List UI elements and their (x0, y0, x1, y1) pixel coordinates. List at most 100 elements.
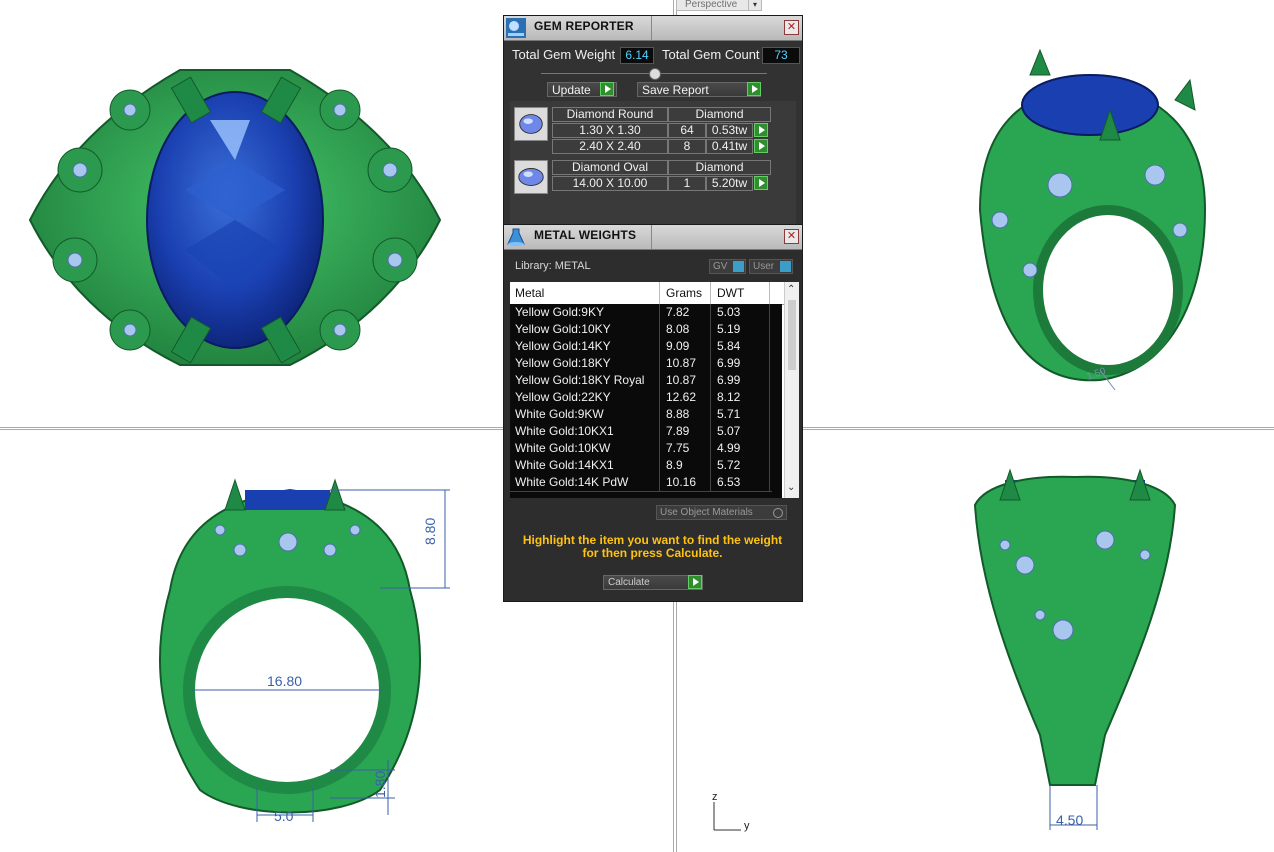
column-divider (659, 355, 660, 372)
toggle-icon (733, 261, 744, 272)
grams-cell: 8.9 (666, 458, 683, 472)
metal-name-cell: Yellow Gold:18KY Royal (515, 373, 645, 387)
dwt-cell: 5.72 (717, 458, 741, 472)
perspective-viewport-tab[interactable]: Perspective ▾ (676, 0, 762, 11)
chevron-down-icon[interactable]: ▾ (748, 0, 761, 10)
gem-weight-cell: 5.20tw (706, 176, 753, 191)
ring-perspective-view[interactable]: 1.50 (960, 40, 1220, 400)
gem-weight-cell: 0.53tw (706, 123, 753, 138)
update-go-button[interactable] (600, 82, 614, 96)
gem-size-cell: 2.40 X 2.40 (552, 139, 668, 154)
gem-row-go-button[interactable] (754, 139, 768, 153)
dwt-cell: 5.84 (717, 339, 741, 353)
column-divider (659, 457, 660, 474)
metal-table-row[interactable]: Yellow Gold:22KY 12.62 8.12 (510, 389, 772, 407)
close-icon[interactable]: ✕ (784, 229, 799, 244)
gem-material-label: Diamond (695, 107, 744, 121)
metal-table-row[interactable]: White Gold:14KX1 8.9 5.72 (510, 457, 772, 475)
metal-table-row[interactable]: Yellow Gold:18KY Royal 10.87 6.99 (510, 372, 772, 390)
column-divider (710, 440, 711, 457)
column-divider (659, 423, 660, 440)
gem-oval-thumbnail-icon (514, 160, 548, 194)
metal-table-row[interactable]: Yellow Gold:10KY 8.08 5.19 (510, 321, 772, 339)
metal-name-cell: Yellow Gold:18KY (515, 356, 611, 370)
ring-side-view[interactable]: 4.50 (965, 465, 1185, 840)
axis-y-label: y (744, 820, 750, 832)
total-gem-weight-label: Total Gem Weight (512, 47, 616, 62)
gem-reporter-panel: GEM REPORTER ✕ Total Gem Weight 6.14 Tot… (503, 15, 803, 227)
calculate-go-button[interactable] (688, 575, 702, 589)
column-grams[interactable]: Grams (666, 286, 702, 300)
metal-table-row[interactable]: Yellow Gold:9KY 7.82 5.03 (510, 304, 772, 322)
dwt-cell: 6.99 (717, 373, 741, 387)
metal-table-row[interactable]: White Gold:14K PdW 10.16 6.53 (510, 474, 772, 492)
gv-toggle[interactable]: GV (709, 259, 746, 274)
table-scrollbar[interactable]: ⌃ ⌄ (784, 282, 799, 498)
metal-table-row[interactable]: Yellow Gold:18KY 10.87 6.99 (510, 355, 772, 373)
grams-cell: 10.87 (666, 373, 697, 387)
scroll-thumb[interactable] (788, 300, 796, 370)
gem-group-diamond-oval[interactable]: Diamond Oval Diamond 14.00 X 10.00 1 5.2… (514, 160, 801, 194)
gem-group-diamond-round[interactable]: Diamond Round Diamond 1.30 X 1.30 64 0.5… (514, 107, 801, 155)
scroll-down-icon[interactable]: ⌄ (787, 482, 795, 493)
metal-flask-icon (507, 228, 525, 246)
metal-table-row[interactable]: Yellow Gold:14KY 9.09 5.84 (510, 338, 772, 356)
metal-weights-panel: METAL WEIGHTS ✕ Library: METAL GV User M… (503, 224, 803, 602)
column-divider (710, 457, 711, 474)
gem-row-go-button[interactable] (754, 123, 768, 137)
column-divider (710, 406, 711, 423)
metal-name-cell: Yellow Gold:9KY (515, 305, 604, 319)
gem-reporter-icon (506, 18, 526, 38)
metal-table-header: Metal Grams DWT (510, 282, 799, 305)
gem-row-go-button[interactable] (754, 176, 768, 190)
gem-count-cell: 1 (668, 176, 706, 191)
metal-name-cell: White Gold:14K PdW (515, 475, 629, 489)
metal-weights-titlebar[interactable]: METAL WEIGHTS ✕ (504, 225, 802, 250)
column-divider (769, 389, 770, 406)
column-metal[interactable]: Metal (515, 286, 544, 300)
grams-cell: 7.82 (666, 305, 690, 319)
column-divider (659, 406, 660, 423)
save-report-button[interactable]: Save Report (637, 82, 761, 97)
column-divider (659, 440, 660, 457)
column-divider (769, 282, 770, 304)
scroll-up-icon[interactable]: ⌃ (787, 284, 795, 295)
titlebar-separator (651, 16, 652, 40)
metal-table-row[interactable]: White Gold:10KW 7.75 4.99 (510, 440, 772, 458)
gem-count-cell: 8 (668, 139, 706, 154)
dwt-cell: 5.71 (717, 407, 741, 421)
metal-table-row[interactable]: White Gold:10KX1 7.89 5.07 (510, 423, 772, 441)
metal-name-cell: White Gold:9KW (515, 407, 604, 421)
dwt-cell: 5.19 (717, 322, 741, 336)
gem-size-cell: 1.30 X 1.30 (552, 123, 668, 138)
user-label: User (753, 261, 775, 272)
hint-line-2: for then press Calculate. (582, 546, 723, 560)
close-icon[interactable]: ✕ (784, 20, 799, 35)
grams-cell: 10.16 (666, 475, 697, 489)
metal-name-cell: White Gold:10KX1 (515, 424, 614, 438)
metal-name-cell: Yellow Gold:10KY (515, 322, 611, 336)
total-gem-weight-value: 6.14 (620, 47, 654, 64)
total-gem-count-label: Total Gem Count (662, 47, 760, 62)
metal-table-body: Yellow Gold:9KY 7.82 5.03 Yellow Gold:10KY 8… (510, 304, 782, 498)
column-dwt[interactable]: DWT (717, 286, 744, 300)
save-report-go-button[interactable] (747, 82, 761, 96)
use-object-materials-toggle[interactable]: Use Object Materials (656, 505, 787, 520)
ring-top-view[interactable] (20, 50, 450, 380)
ring-front-view[interactable]: 8.80 16.80 5.0 1.80 (140, 470, 480, 840)
axis-z-label: z (712, 791, 718, 803)
save-report-button-label: Save Report (642, 83, 709, 97)
column-divider (659, 474, 660, 491)
gem-shape-header: Diamond Oval (552, 160, 668, 175)
metal-table-row[interactable]: White Gold:9KW 8.88 5.71 (510, 406, 772, 424)
metal-table[interactable]: Metal Grams DWT Yellow Gold:9KY 7.82 5.03 Y… (510, 282, 799, 498)
splitter-knob[interactable] (649, 68, 661, 80)
gem-reporter-titlebar[interactable]: GEM REPORTER ✕ (504, 16, 802, 41)
column-divider (710, 304, 711, 321)
dwt-cell: 4.99 (717, 441, 741, 455)
user-toggle[interactable]: User (749, 259, 793, 274)
calculate-button-label: Calculate (608, 577, 650, 588)
column-divider (769, 321, 770, 338)
dimension-inner-diameter: 16.80 (267, 673, 302, 689)
dimension-bottom-width: 4.50 (1056, 812, 1083, 828)
